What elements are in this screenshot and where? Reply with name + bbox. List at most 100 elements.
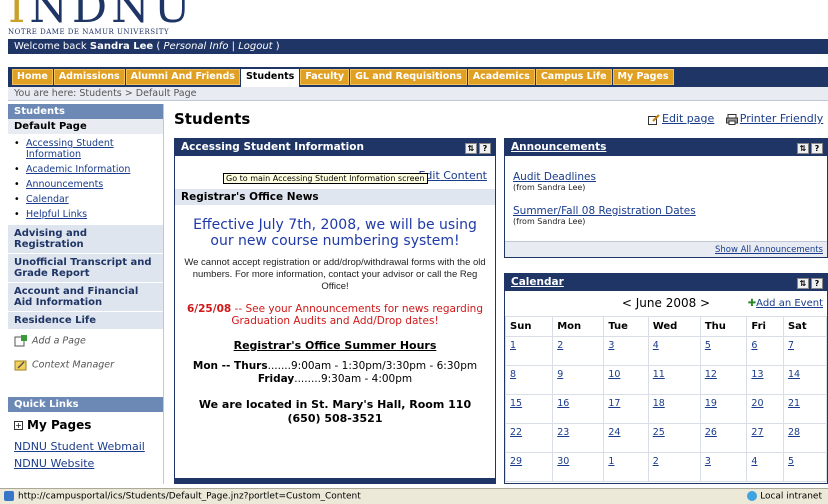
announcement-item[interactable]: Summer/Fall 08 Registration Dates (from S… — [513, 205, 696, 226]
tab-academics[interactable]: Academics — [467, 69, 535, 85]
help-icon[interactable]: ? — [811, 278, 823, 289]
calendar-day-cell[interactable]: 9 — [552, 365, 605, 395]
calendar-day-link[interactable]: 23 — [557, 427, 569, 438]
tab-alumni[interactable]: Alumni And Friends — [125, 69, 240, 85]
calendar-day-link[interactable]: 15 — [510, 398, 522, 409]
sidebar-section-advising[interactable]: Advising and Registration — [8, 224, 163, 253]
tab-admissions[interactable]: Admissions — [53, 69, 125, 85]
calendar-day-link[interactable]: 22 — [510, 427, 522, 438]
calendar-day-cell[interactable]: 25 — [647, 423, 701, 453]
calendar-day-link[interactable]: 2 — [557, 340, 563, 351]
calendar-day-cell[interactable]: 26 — [699, 423, 748, 453]
calendar-day-link[interactable]: 26 — [705, 427, 717, 438]
calendar-day-link[interactable]: 14 — [788, 369, 800, 380]
calendar-day-link[interactable]: 11 — [653, 369, 665, 380]
sidebar-item[interactable]: Helpful Links — [14, 207, 163, 222]
quick-link-label[interactable]: NDNU Website — [14, 457, 94, 470]
calendar-day-cell[interactable]: 29 — [504, 452, 554, 482]
tab-home[interactable]: Home — [12, 69, 53, 85]
calendar-day-cell[interactable]: 4 — [647, 336, 701, 366]
calendar-day-cell[interactable]: 2 — [647, 452, 701, 482]
calendar-day-cell[interactable]: 17 — [603, 394, 649, 424]
calendar-day-link[interactable]: 8 — [510, 369, 516, 380]
calendar-day-cell[interactable]: 28 — [782, 423, 828, 453]
calendar-day-cell[interactable]: 2 — [552, 336, 605, 366]
calendar-day-link[interactable]: 5 — [788, 456, 794, 467]
quick-link-webmail[interactable]: NDNU Student Webmail — [8, 438, 163, 455]
tab-faculty[interactable]: Faculty — [300, 69, 350, 85]
announcement-item[interactable]: Audit Deadlines (from Sandra Lee) — [513, 171, 596, 192]
calendar-day-cell[interactable]: 27 — [746, 423, 784, 453]
sidebar-item-label[interactable]: Accessing Student Information — [26, 138, 114, 160]
announcement-link[interactable]: Summer/Fall 08 Registration Dates — [513, 205, 696, 217]
calendar-day-cell[interactable]: 5 — [699, 336, 748, 366]
minimize-icon[interactable]: ⇅ — [797, 143, 809, 154]
calendar-day-cell[interactable]: 12 — [699, 365, 748, 395]
calendar-day-cell[interactable]: 24 — [603, 423, 649, 453]
personal-info-link[interactable]: Personal Info — [163, 41, 228, 52]
sidebar-section-financial[interactable]: Account and Financial Aid Information — [8, 282, 163, 311]
calendar-day-link[interactable]: 18 — [653, 398, 665, 409]
tab-campus-life[interactable]: Campus Life — [535, 69, 612, 85]
calendar-day-link[interactable]: 9 — [557, 369, 563, 380]
calendar-day-link[interactable]: 16 — [557, 398, 569, 409]
minimize-icon[interactable]: ⇅ — [797, 278, 809, 289]
announcement-link[interactable]: Audit Deadlines — [513, 171, 596, 183]
calendar-day-cell[interactable]: 8 — [504, 365, 554, 395]
tab-students[interactable]: Students — [240, 69, 300, 87]
sidebar-item-label[interactable]: Helpful Links — [26, 209, 87, 220]
calendar-day-cell[interactable]: 6 — [746, 336, 784, 366]
edit-content-button[interactable]: Edit Content — [418, 169, 487, 182]
calendar-day-cell[interactable]: 22 — [504, 423, 554, 453]
my-pages-toggle[interactable]: + My Pages — [8, 412, 163, 438]
calendar-day-cell[interactable]: 30 — [552, 452, 605, 482]
calendar-day-link[interactable]: 3 — [608, 340, 614, 351]
calendar-day-cell[interactable]: 19 — [699, 394, 748, 424]
portlet-title[interactable]: Announcements — [511, 141, 606, 153]
calendar-day-link[interactable]: 29 — [510, 456, 522, 467]
add-event-button[interactable]: ✚Add an Event — [748, 298, 823, 309]
sidebar-item[interactable]: Academic Information — [14, 162, 163, 177]
sidebar-section-residence[interactable]: Residence Life — [8, 311, 163, 329]
calendar-day-cell[interactable]: 5 — [782, 452, 828, 482]
calendar-day-link[interactable]: 1 — [608, 456, 614, 467]
calendar-day-link[interactable]: 30 — [557, 456, 569, 467]
calendar-day-link[interactable]: 27 — [751, 427, 763, 438]
calendar-day-cell[interactable]: 18 — [647, 394, 701, 424]
calendar-day-link[interactable]: 2 — [653, 456, 659, 467]
calendar-day-link[interactable]: 24 — [608, 427, 620, 438]
calendar-day-link[interactable]: 3 — [705, 456, 711, 467]
help-icon[interactable]: ? — [811, 143, 823, 154]
calendar-day-link[interactable]: 4 — [751, 456, 757, 467]
minimize-icon[interactable]: ⇅ — [465, 143, 477, 154]
calendar-day-cell[interactable]: 13 — [746, 365, 784, 395]
calendar-day-cell[interactable]: 3 — [603, 336, 649, 366]
logout-link[interactable]: Logout — [238, 41, 272, 52]
calendar-day-cell[interactable]: 4 — [746, 452, 784, 482]
calendar-day-link[interactable]: 5 — [705, 340, 711, 351]
sidebar-section-transcript[interactable]: Unofficial Transcript and Grade Report — [8, 253, 163, 282]
context-manager-button[interactable]: Context Manager — [8, 353, 163, 377]
tab-my-pages[interactable]: My Pages — [612, 69, 674, 85]
university-logo[interactable]: INDNU NOTRE DAME DE NAMUR UNIVERSITY — [8, 0, 308, 38]
calendar-day-link[interactable]: 10 — [608, 369, 620, 380]
calendar-day-link[interactable]: 4 — [653, 340, 659, 351]
calendar-day-link[interactable]: 17 — [608, 398, 620, 409]
calendar-day-link[interactable]: 12 — [705, 369, 717, 380]
calendar-day-cell[interactable]: 14 — [782, 365, 828, 395]
sidebar-item[interactable]: Announcements — [14, 177, 163, 192]
calendar-day-cell[interactable]: 21 — [782, 394, 828, 424]
sidebar-item-label[interactable]: Announcements — [26, 179, 103, 190]
tab-gl-requisitions[interactable]: GL and Requisitions — [350, 69, 467, 85]
calendar-day-link[interactable]: 25 — [653, 427, 665, 438]
calendar-day-cell[interactable]: 3 — [699, 452, 748, 482]
quick-link-label[interactable]: NDNU Student Webmail — [14, 440, 145, 453]
calendar-day-link[interactable]: 20 — [751, 398, 763, 409]
calendar-day-cell[interactable]: 16 — [552, 394, 605, 424]
calendar-day-cell[interactable]: 20 — [746, 394, 784, 424]
quick-link-website[interactable]: NDNU Website — [8, 455, 163, 472]
calendar-day-link[interactable]: 13 — [751, 369, 763, 380]
printer-friendly-button[interactable]: Printer Friendly — [725, 112, 823, 125]
sidebar-item[interactable]: Accessing Student Information — [14, 136, 163, 162]
calendar-day-cell[interactable]: 10 — [603, 365, 649, 395]
